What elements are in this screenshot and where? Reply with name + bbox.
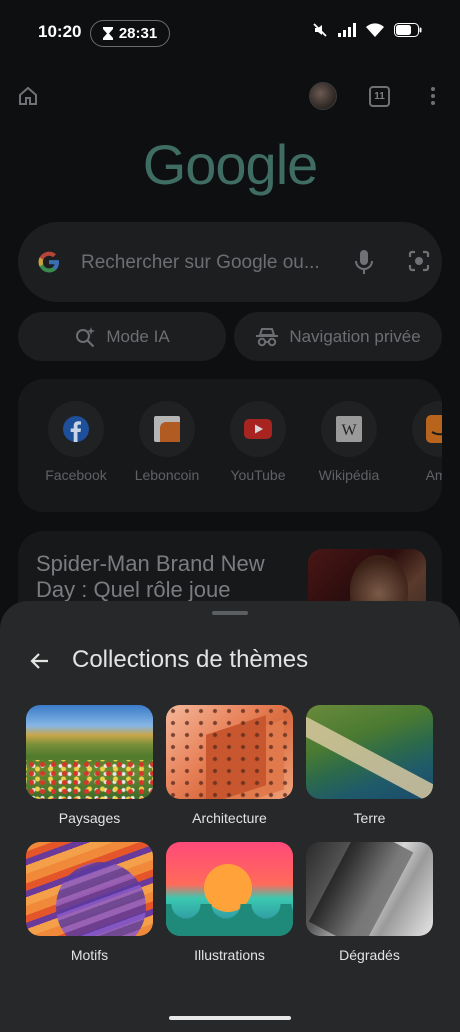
collection-thumbnail [306, 842, 433, 936]
sheet-title: Collections de thèmes [72, 646, 309, 673]
home-icon[interactable] [16, 84, 40, 108]
status-time: 10:20 [38, 22, 82, 41]
collection-thumbnail [306, 705, 433, 799]
shortcut-label: Wikipédia [318, 467, 380, 483]
shortcut-youtube[interactable]: YouTube [217, 401, 299, 483]
collection-label: Terre [353, 810, 386, 826]
collection-tile-terre[interactable]: Terre [306, 705, 433, 826]
wifi-icon [366, 23, 384, 37]
leboncoin-icon [154, 416, 180, 442]
collection-label: Motifs [70, 947, 109, 963]
gesture-home-indicator[interactable] [169, 1016, 291, 1020]
shortcuts-panel: Facebook Leboncoin YouTube W Wikipédia A… [18, 379, 442, 512]
mic-icon[interactable] [352, 248, 376, 276]
status-icons [312, 22, 422, 38]
shortcut-amazon[interactable]: Ama [399, 401, 442, 483]
collection-label: Paysages [58, 810, 121, 826]
battery-icon [394, 23, 422, 37]
google-lens-icon[interactable] [406, 248, 432, 274]
news-card[interactable]: Spider-Man Brand New Day : Quel rôle jou… [18, 531, 442, 611]
back-arrow-icon[interactable] [28, 649, 52, 673]
status-bar: 10:20 28:31 [0, 0, 460, 64]
collection-thumbnail [166, 842, 293, 936]
wikipedia-icon: W [336, 416, 362, 442]
mute-icon [313, 23, 327, 37]
incognito-chip[interactable]: Navigation privée [234, 312, 442, 361]
collection-tile-illustrations[interactable]: Illustrations [166, 842, 293, 963]
timer-pill[interactable]: 28:31 [90, 20, 170, 47]
collection-thumbnail [26, 705, 153, 799]
avatar[interactable] [309, 82, 337, 110]
shortcut-label: Ama [425, 467, 442, 483]
google-g-icon [38, 251, 59, 273]
svg-text:W: W [341, 422, 357, 439]
ai-mode-chip[interactable]: Mode IA [18, 312, 226, 361]
drag-handle[interactable] [212, 611, 248, 615]
signal-icon [338, 23, 356, 37]
facebook-icon [63, 416, 89, 442]
timer-value: 28:31 [118, 25, 158, 42]
incognito-icon [256, 327, 279, 346]
collection-tile-paysages[interactable]: Paysages [26, 705, 153, 826]
search-box[interactable]: Rechercher sur Google ou... [18, 222, 442, 302]
youtube-icon [244, 419, 272, 439]
search-placeholder: Rechercher sur Google ou... [81, 252, 320, 273]
incognito-label: Navigation privée [289, 326, 421, 346]
collection-tile-degrades[interactable]: Dégradés [306, 842, 433, 963]
shortcut-label: Facebook [45, 467, 107, 483]
search-sparkle-icon [76, 326, 96, 347]
shortcut-facebook[interactable]: Facebook [35, 401, 117, 483]
ai-mode-label: Mode IA [106, 326, 170, 346]
theme-collections-sheet: Collections de thèmes Paysages Architect… [0, 601, 460, 1032]
amazon-icon [426, 415, 442, 443]
collection-thumbnail [26, 842, 153, 936]
collection-label: Architecture [192, 810, 267, 826]
more-vert-icon[interactable] [427, 86, 439, 106]
shortcut-wikipedia[interactable]: W Wikipédia [308, 401, 390, 483]
collection-label: Dégradés [339, 947, 400, 963]
shortcut-leboncoin[interactable]: Leboncoin [126, 401, 208, 483]
collection-thumbnail [166, 705, 293, 799]
shortcut-label: YouTube [230, 467, 286, 483]
shortcut-label: Leboncoin [134, 467, 200, 483]
collection-label: Illustrations [194, 947, 265, 963]
collection-tile-motifs[interactable]: Motifs [26, 842, 153, 963]
google-logo: Google [142, 133, 319, 196]
toolbar: 11 [0, 64, 460, 128]
hourglass-icon [102, 27, 113, 40]
news-headline: Spider-Man Brand New Day : Quel rôle jou… [36, 551, 265, 602]
collection-tile-architecture[interactable]: Architecture [166, 705, 293, 826]
tab-switcher-button[interactable]: 11 [369, 86, 390, 107]
